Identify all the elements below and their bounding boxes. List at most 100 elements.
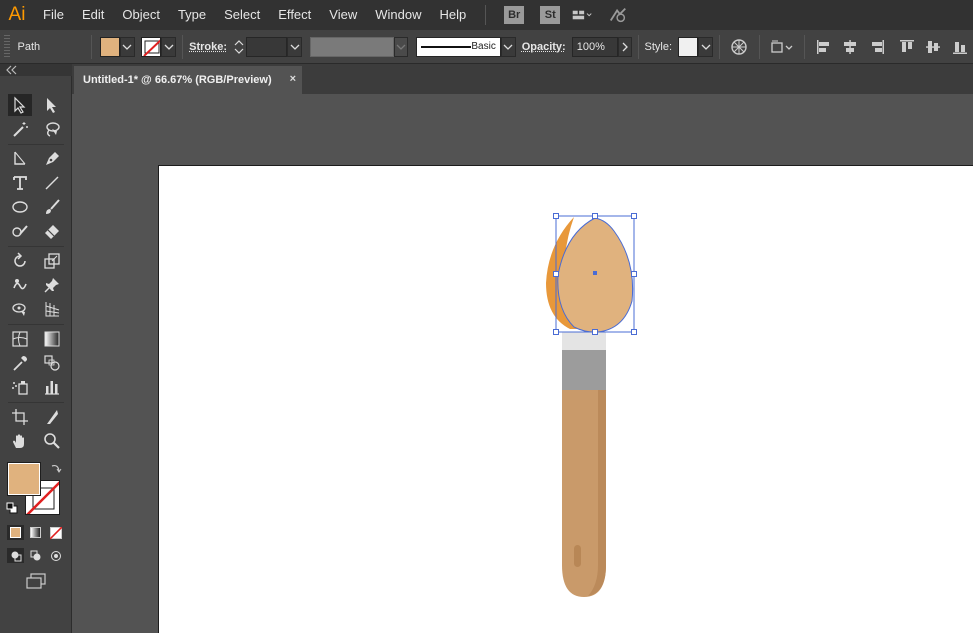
align-top-icon[interactable]: [898, 38, 916, 56]
magic-wand-tool[interactable]: [8, 118, 32, 140]
opacity-label[interactable]: Opacity:: [522, 41, 566, 53]
menu-file[interactable]: File: [34, 0, 73, 30]
artboard-icon: [12, 409, 28, 425]
document-tab-bar: Untitled-1* @ 66.67% (RGB/Preview) ×: [72, 64, 973, 94]
menu-help[interactable]: Help: [430, 0, 475, 30]
mesh-tool[interactable]: [8, 328, 32, 350]
artboard-tool[interactable]: [8, 406, 32, 428]
stroke-weight-dropdown[interactable]: [287, 36, 302, 57]
document-tab[interactable]: Untitled-1* @ 66.67% (RGB/Preview) ×: [74, 66, 302, 94]
slice-tool[interactable]: [40, 406, 64, 428]
sponge-front: [557, 217, 634, 333]
align-vertical-center-icon[interactable]: [924, 38, 942, 56]
fill-dropdown[interactable]: [120, 36, 135, 57]
puppet-warp-tool[interactable]: [40, 274, 64, 296]
style-dropdown[interactable]: [698, 36, 714, 57]
slice-knife-icon: [47, 410, 58, 424]
menu-edit[interactable]: Edit: [73, 0, 113, 30]
close-tab-icon[interactable]: ×: [290, 73, 296, 85]
eraser-tool[interactable]: [40, 220, 64, 242]
align-left-icon[interactable]: [815, 38, 833, 56]
align-bottom-icon[interactable]: [951, 38, 969, 56]
gradient-tool[interactable]: [40, 328, 64, 350]
opacity-input[interactable]: 100%: [571, 36, 619, 57]
shaper-tool[interactable]: [8, 220, 32, 242]
line-tool[interactable]: [40, 172, 64, 194]
panel-grip[interactable]: [4, 34, 10, 59]
paintbrush-tool[interactable]: [40, 196, 64, 218]
mesh-icon: [12, 331, 28, 347]
no-stroke-icon: [143, 38, 161, 56]
none-mode-button[interactable]: [47, 525, 64, 540]
line-icon: [45, 176, 59, 190]
shape-builder-tool[interactable]: [8, 298, 32, 320]
arrange-documents-icon[interactable]: [572, 6, 592, 24]
stock-button[interactable]: St: [540, 6, 561, 24]
menu-view[interactable]: View: [320, 0, 366, 30]
align-horizontal-center-icon[interactable]: [841, 38, 859, 56]
column-graph-tool[interactable]: [40, 376, 64, 398]
zoom-magnifier-icon: [44, 433, 60, 449]
menu-type[interactable]: Type: [169, 0, 215, 30]
selection-tool[interactable]: [8, 94, 32, 116]
stroke-weight-stepper[interactable]: [233, 37, 246, 57]
style-label: Style:: [644, 40, 673, 53]
eyedropper-icon: [13, 356, 27, 371]
type-tool[interactable]: [8, 172, 32, 194]
rotate-tool[interactable]: [8, 250, 32, 272]
draw-normal-icon: [11, 551, 21, 561]
draw-behind-button[interactable]: [27, 548, 44, 563]
warp-tool[interactable]: [8, 274, 32, 296]
scale-tool[interactable]: [40, 250, 64, 272]
zoom-tool[interactable]: [40, 430, 64, 452]
direct-selection-tool[interactable]: [40, 94, 64, 116]
align-right-icon[interactable]: [867, 38, 885, 56]
stroke-dropdown[interactable]: [161, 36, 177, 57]
color-mode-button[interactable]: [7, 525, 24, 540]
fill-color-swatch[interactable]: [99, 36, 121, 57]
hand-tool[interactable]: [8, 430, 32, 452]
default-fill-stroke-icon[interactable]: [6, 502, 18, 514]
control-separator: [90, 34, 92, 59]
screen-mode-button[interactable]: [24, 572, 48, 590]
blend-tool[interactable]: [40, 352, 64, 374]
draw-inside-button[interactable]: [47, 548, 64, 563]
recolor-artwork-icon[interactable]: [730, 38, 748, 56]
gpu-performance-icon[interactable]: [608, 6, 628, 24]
perspective-grid-tool[interactable]: [40, 298, 64, 320]
magic-wand-icon: [13, 122, 28, 137]
ellipse-tool[interactable]: [8, 196, 32, 218]
pen-tool[interactable]: [40, 148, 64, 170]
gradient-mode-button[interactable]: [27, 525, 44, 540]
lasso-tool[interactable]: [40, 118, 64, 140]
menu-object[interactable]: Object: [113, 0, 169, 30]
graphic-style-swatch[interactable]: [678, 36, 699, 57]
opacity-dropdown[interactable]: [618, 36, 632, 57]
eyedropper-tool[interactable]: [8, 352, 32, 374]
brush-definition[interactable]: Basic: [416, 36, 501, 57]
column-graph-icon: [45, 381, 59, 395]
fill-swatch-front[interactable]: [7, 462, 41, 496]
align-to-icon[interactable]: [770, 38, 794, 56]
menu-effect[interactable]: Effect: [269, 0, 320, 30]
brush-dropdown[interactable]: [500, 36, 516, 57]
menu-window[interactable]: Window: [366, 0, 430, 30]
menu-select[interactable]: Select: [215, 0, 269, 30]
profile-dropdown[interactable]: [393, 36, 409, 57]
line-segment-tool-alt[interactable]: [8, 148, 32, 170]
artwork-brush[interactable]: [540, 205, 650, 605]
paintbrush-icon: [46, 199, 60, 214]
control-separator: [758, 34, 760, 59]
draw-normal-button[interactable]: [7, 548, 24, 563]
symbol-sprayer-tool[interactable]: [8, 376, 32, 398]
stroke-color-swatch[interactable]: [140, 36, 162, 57]
collapse-panel-icon[interactable]: [6, 65, 18, 75]
variable-width-profile[interactable]: [310, 36, 394, 57]
blend-icon: [44, 355, 60, 371]
chevron-right-icon: [622, 42, 628, 51]
swap-fill-stroke-icon[interactable]: [50, 462, 62, 474]
stroke-weight-input[interactable]: [245, 36, 288, 57]
bridge-button[interactable]: Br: [504, 6, 525, 24]
control-separator: [719, 34, 721, 59]
type-t-icon: [13, 176, 27, 190]
